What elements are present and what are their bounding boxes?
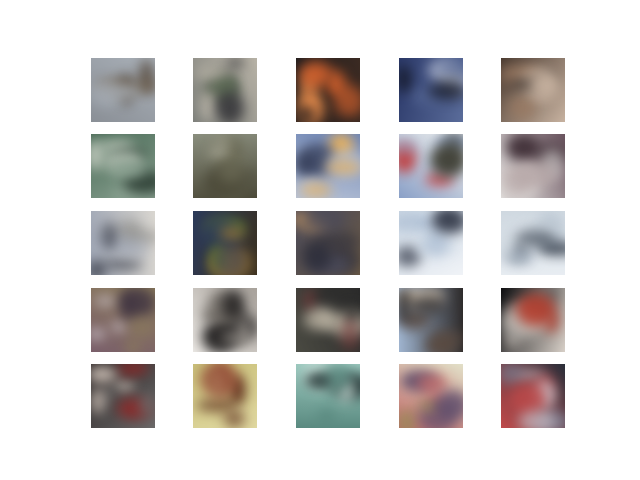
sample-texture-blob: [218, 160, 244, 183]
sample-texture-blob: [506, 134, 540, 161]
sample-texture-blob: [227, 58, 244, 68]
sample-texture-blob: [129, 317, 153, 338]
generated-sample-2-3: [296, 134, 360, 198]
generated-sample-2-1: [91, 134, 155, 198]
generated-sample-3-3: [296, 211, 360, 275]
sample-texture-blob: [216, 92, 244, 122]
generated-sample-5-2: [193, 364, 257, 428]
sample-texture-blob: [430, 143, 463, 177]
generated-sample-5-3: [296, 364, 360, 428]
sample-texture-blob: [408, 297, 446, 314]
generated-sample-2-4: [399, 134, 463, 198]
sample-texture-blob: [513, 162, 556, 189]
generated-sample-4-1: [91, 288, 155, 352]
sample-texture-blob: [208, 147, 229, 158]
sample-texture-blob: [126, 339, 140, 352]
sample-texture-blob: [436, 390, 463, 420]
sample-texture-blob: [94, 296, 117, 306]
sample-texture-blob: [139, 394, 155, 417]
sample-texture-blob: [305, 375, 332, 386]
sample-texture-blob: [438, 63, 463, 73]
sample-texture-blob: [334, 85, 360, 117]
sample-texture-blob: [102, 259, 143, 270]
generated-sample-2-2: [193, 134, 257, 198]
sample-texture-blob: [530, 72, 561, 99]
generated-sample-1-1: [91, 58, 155, 122]
sample-texture-blob: [516, 293, 556, 326]
sample-texture-blob: [518, 410, 556, 428]
generated-sample-5-1: [91, 364, 155, 428]
sample-texture-blob: [417, 401, 438, 411]
sample-texture-blob: [303, 309, 331, 330]
sample-texture-blob: [300, 182, 332, 198]
sample-texture-blob: [200, 91, 217, 121]
generated-sample-4-2: [193, 288, 257, 352]
sample-texture-blob: [325, 161, 360, 174]
generated-sample-4-4: [399, 288, 463, 352]
sample-texture-blob: [515, 230, 556, 247]
sample-texture-blob: [101, 222, 118, 250]
sample-texture-blob: [220, 332, 249, 343]
generated-sample-3-2: [193, 211, 257, 275]
generated-sample-1-5: [501, 58, 565, 122]
generated-sample-1-3: [296, 58, 360, 122]
generated-sample-3-5: [501, 211, 565, 275]
sample-texture-blob: [213, 135, 231, 147]
sample-texture-blob: [299, 61, 332, 87]
generated-sample-1-4: [399, 58, 463, 122]
sample-texture-blob: [432, 211, 463, 234]
generated-sample-2-5: [501, 134, 565, 198]
sample-grid: [0, 0, 640, 480]
sample-texture-blob: [296, 105, 316, 122]
generated-sample-1-2: [193, 58, 257, 122]
sample-texture-blob: [416, 374, 448, 393]
sample-texture-blob: [428, 82, 463, 100]
sample-texture-blob: [341, 319, 359, 351]
sample-texture-blob: [404, 219, 418, 234]
sample-texture-blob: [119, 239, 149, 258]
sample-texture-blob: [119, 288, 155, 318]
sample-texture-blob: [518, 104, 533, 115]
generated-sample-5-4: [399, 364, 463, 428]
sample-texture-blob: [220, 227, 244, 240]
generated-sample-4-3: [296, 288, 360, 352]
sample-texture-blob: [110, 161, 146, 178]
generated-sample-5-5: [501, 364, 565, 428]
sample-texture-blob: [113, 381, 135, 391]
sample-texture-blob: [137, 79, 155, 93]
sample-texture-blob: [212, 244, 247, 275]
sample-texture-blob: [111, 321, 127, 332]
generated-sample-3-4: [399, 211, 463, 275]
sample-texture-blob: [222, 290, 245, 319]
sample-texture-blob: [302, 240, 332, 272]
generated-sample-3-1: [91, 211, 155, 275]
sample-texture-blob: [434, 331, 463, 345]
sample-texture-blob: [318, 409, 335, 426]
sample-texture-blob: [224, 409, 245, 428]
generated-sample-4-5: [501, 288, 565, 352]
